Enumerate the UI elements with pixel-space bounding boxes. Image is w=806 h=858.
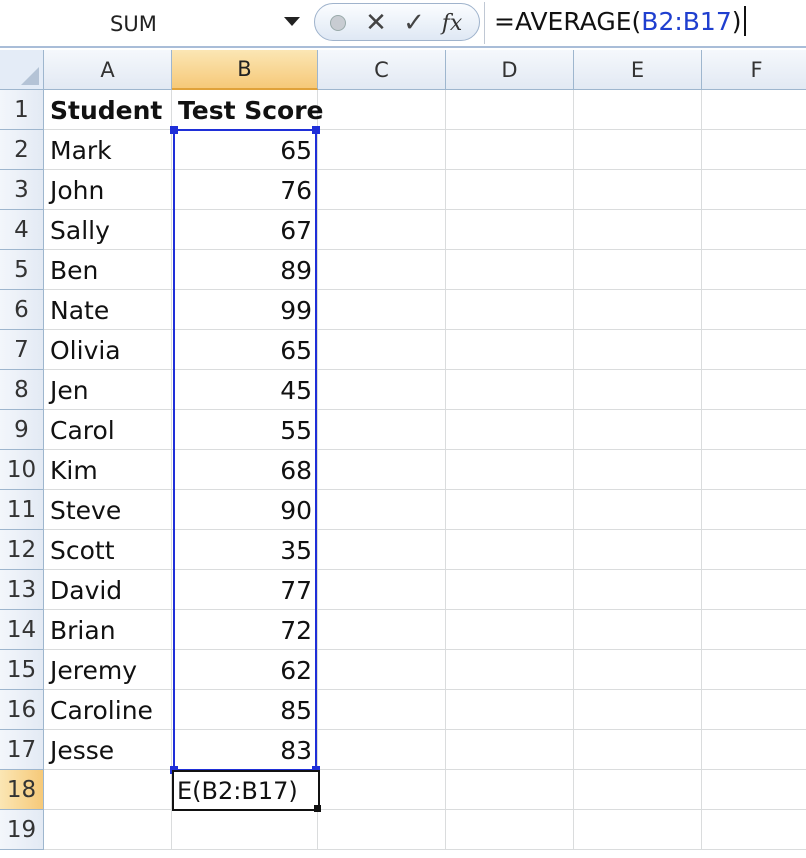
grid-line [573, 90, 574, 850]
cell-a18[interactable] [44, 770, 172, 810]
select-all-icon [21, 67, 39, 85]
column-header-b[interactable]: B [172, 50, 318, 90]
cell-a15[interactable]: Jeremy [44, 650, 172, 690]
row-header-4[interactable]: 4 [0, 210, 44, 250]
enter-icon[interactable]: ✓ [397, 4, 431, 42]
formula-range-ref: B2:B17 [641, 7, 732, 36]
column-header-e[interactable]: E [574, 50, 702, 90]
row-header-8[interactable]: 8 [0, 370, 44, 410]
cell-a3[interactable]: John [44, 170, 172, 210]
row-header-19[interactable]: 19 [0, 810, 44, 850]
cell-a10[interactable]: Kim [44, 450, 172, 490]
range-resize-handle[interactable] [312, 126, 320, 134]
expand-circle-icon[interactable] [321, 4, 355, 42]
row-header-10[interactable]: 10 [0, 450, 44, 490]
range-highlight-b2-b17 [173, 129, 317, 771]
cell-a11[interactable]: Steve [44, 490, 172, 530]
cell-a19[interactable] [44, 810, 172, 850]
formula-separator [484, 2, 485, 44]
row-header-15[interactable]: 15 [0, 650, 44, 690]
text-caret [743, 6, 746, 36]
cell-a14[interactable]: Brian [44, 610, 172, 650]
cell-a4[interactable]: Sally [44, 210, 172, 250]
formula-buttons: ✕ ✓ fx [314, 3, 480, 41]
name-box-value: SUM [110, 12, 157, 36]
row-header-2[interactable]: 2 [0, 130, 44, 170]
row-header-14[interactable]: 14 [0, 610, 44, 650]
column-header-f[interactable]: F [702, 50, 806, 90]
cell-a8[interactable]: Jen [44, 370, 172, 410]
column-header-a[interactable]: A [44, 50, 172, 90]
chevron-down-icon[interactable] [284, 17, 300, 26]
row-header-17[interactable]: 17 [0, 730, 44, 770]
cell-a7[interactable]: Olivia [44, 330, 172, 370]
cell-a17[interactable]: Jesse [44, 730, 172, 770]
name-box[interactable]: SUM [0, 0, 310, 46]
insert-function-icon[interactable]: fx [435, 4, 469, 42]
row-header-5[interactable]: 5 [0, 250, 44, 290]
row-header-9[interactable]: 9 [0, 410, 44, 450]
row-header-3[interactable]: 3 [0, 170, 44, 210]
cell-a1[interactable]: Student [44, 90, 172, 130]
fill-handle[interactable] [314, 805, 321, 812]
row-header-1[interactable]: 1 [0, 90, 44, 130]
formula-bar: SUM ✕ ✓ fx =AVERAGE(B2:B17) [0, 0, 806, 48]
cancel-icon[interactable]: ✕ [359, 4, 393, 42]
row-header-7[interactable]: 7 [0, 330, 44, 370]
cell-a16[interactable]: Caroline [44, 690, 172, 730]
cell-a6[interactable]: Nate [44, 290, 172, 330]
select-all-corner[interactable] [0, 50, 44, 90]
formula-bar-divider [0, 46, 806, 48]
column-header-c[interactable]: C [318, 50, 446, 90]
cell-a9[interactable]: Carol [44, 410, 172, 450]
row-header-11[interactable]: 11 [0, 490, 44, 530]
formula-suffix: ) [731, 7, 742, 36]
grid-line [701, 90, 702, 850]
row-header-18[interactable]: 18 [0, 770, 44, 810]
range-resize-handle[interactable] [170, 126, 178, 134]
cell-b19[interactable] [172, 810, 318, 850]
cell-b1[interactable]: Test Score [172, 90, 324, 130]
formula-input[interactable]: =AVERAGE(B2:B17) [494, 6, 746, 36]
cell-a13[interactable]: David [44, 570, 172, 610]
column-header-d[interactable]: D [446, 50, 574, 90]
cell-a2[interactable]: Mark [44, 130, 172, 170]
grid-line [445, 90, 446, 850]
formula-prefix: =AVERAGE( [494, 7, 642, 36]
active-cell-editor[interactable]: E(B2:B17) [172, 770, 320, 811]
cell-a12[interactable]: Scott [44, 530, 172, 570]
cell-a5[interactable]: Ben [44, 250, 172, 290]
row-header-12[interactable]: 12 [0, 530, 44, 570]
row-header-13[interactable]: 13 [0, 570, 44, 610]
row-header-16[interactable]: 16 [0, 690, 44, 730]
row-header-6[interactable]: 6 [0, 290, 44, 330]
